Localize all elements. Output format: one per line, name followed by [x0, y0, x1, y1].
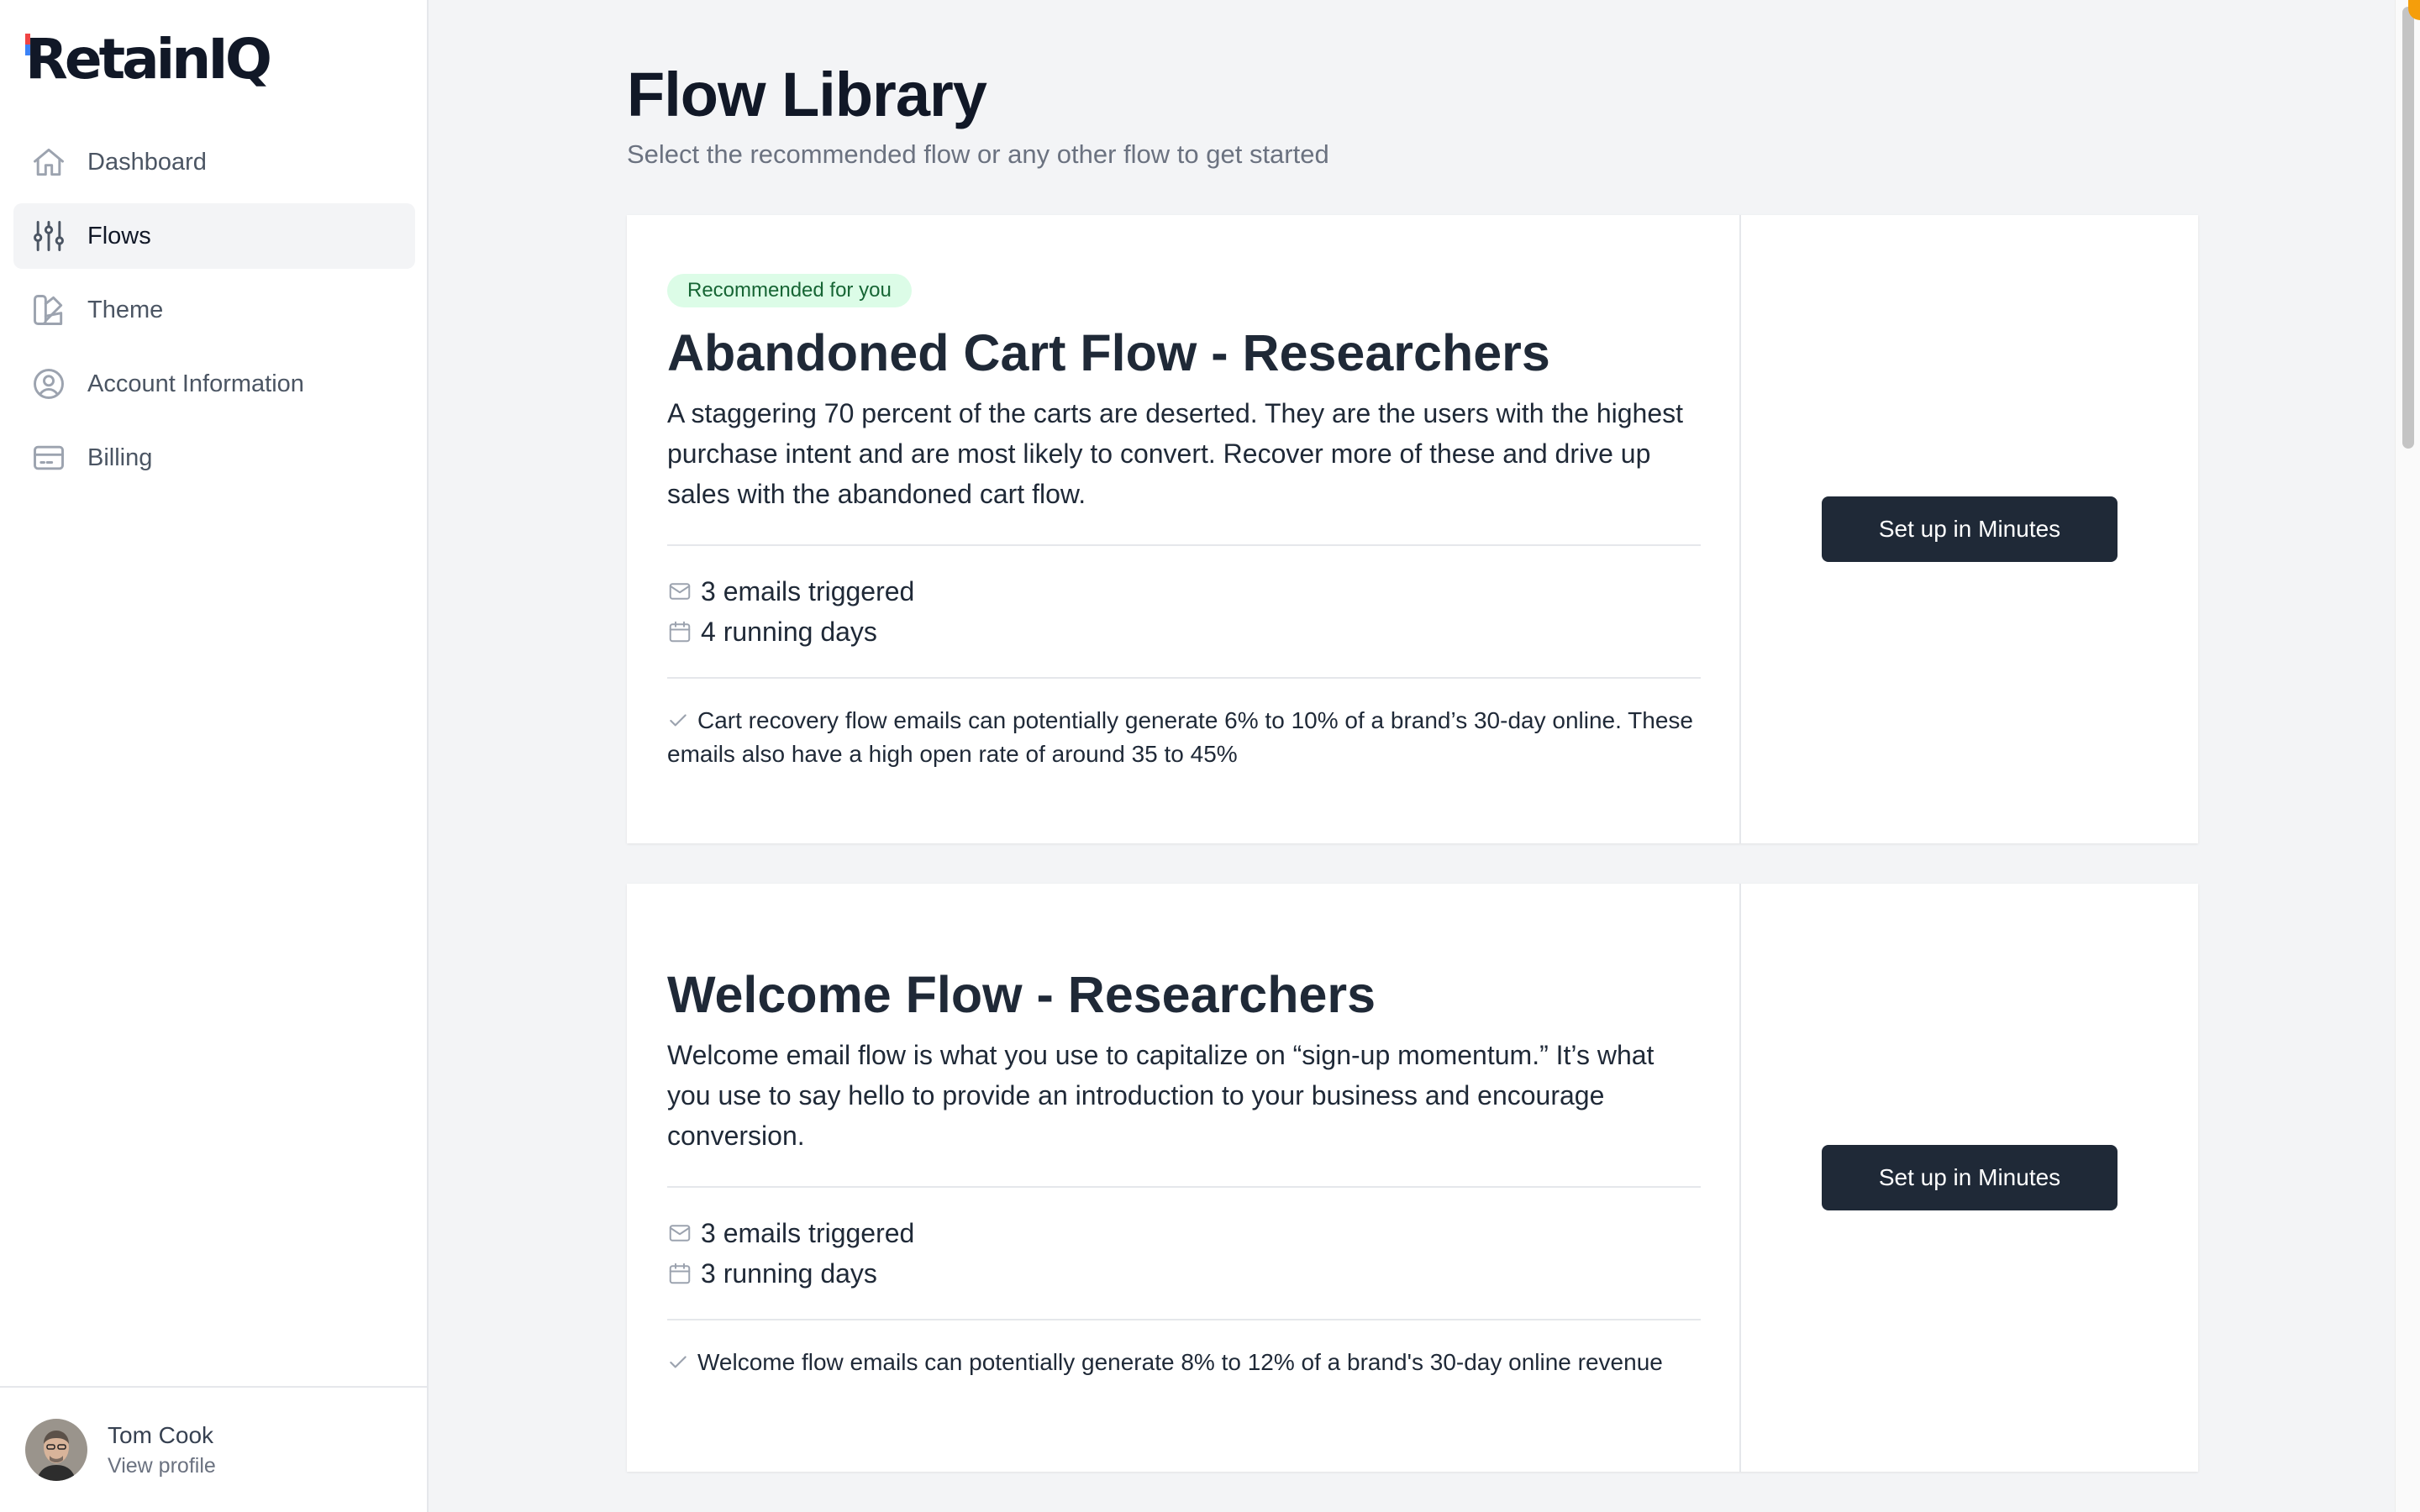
setup-button[interactable]: Set up in Minutes [1822, 1145, 2118, 1210]
flow-card-action: Set up in Minutes [1741, 884, 2198, 1472]
user-circle-icon [30, 365, 67, 402]
days-stat-label: 3 running days [701, 1257, 877, 1289]
flow-note-text: Welcome flow emails can potentially gene… [697, 1349, 1663, 1375]
divider [667, 544, 1701, 546]
flow-note-text: Cart recovery flow emails can potentiall… [667, 707, 1693, 767]
flow-stats: 3 emails triggered 3 running days [667, 1213, 1701, 1294]
envelope-icon [667, 579, 692, 604]
flow-card-details: Welcome Flow - Researchers Welcome email… [627, 884, 1741, 1472]
page-subtitle: Select the recommended flow or any other… [627, 139, 1329, 169]
days-stat-label: 4 running days [701, 616, 877, 647]
emails-stat-label: 3 emails triggered [701, 1217, 915, 1248]
divider [667, 1319, 1701, 1320]
calendar-icon [667, 619, 692, 644]
logo[interactable]: RetainIQ [25, 27, 272, 92]
sidebar-nav: Dashboard Flows Theme Account Informatio… [13, 129, 415, 499]
flow-card-welcome: Welcome Flow - Researchers Welcome email… [627, 884, 2198, 1472]
sidebar-item-flows[interactable]: Flows [13, 203, 415, 269]
home-icon [30, 144, 67, 181]
flow-card-action: Set up in Minutes [1741, 215, 2198, 843]
flow-stats: 3 emails triggered 4 running days [667, 571, 1701, 652]
sidebar-item-theme[interactable]: Theme [13, 277, 415, 343]
flow-card-content: Recommended for you Abandoned Cart Flow … [667, 274, 1701, 771]
user-profile[interactable]: Tom Cook View profile [0, 1386, 427, 1512]
check-icon [667, 1349, 689, 1371]
recommended-badge: Recommended for you [667, 274, 912, 307]
setup-button[interactable]: Set up in Minutes [1822, 496, 2118, 562]
profile-text: Tom Cook View profile [108, 1420, 216, 1480]
sidebar-item-label: Dashboard [87, 148, 207, 176]
credit-card-icon [30, 439, 67, 476]
flow-title: Welcome Flow - Researchers [667, 966, 1376, 1023]
calendar-icon [667, 1261, 692, 1286]
emails-stat: 3 emails triggered [667, 1213, 1701, 1253]
sidebar-item-dashboard[interactable]: Dashboard [13, 129, 415, 195]
logo-mark [25, 34, 35, 55]
days-stat: 3 running days [667, 1253, 1701, 1294]
scrollbar-thumb[interactable] [2402, 7, 2414, 449]
flow-title: Abandoned Cart Flow - Researchers [667, 324, 1550, 381]
sidebar-item-billing[interactable]: Billing [13, 425, 415, 491]
emails-stat-label: 3 emails triggered [701, 575, 915, 606]
profile-name: Tom Cook [108, 1422, 214, 1448]
flow-note: Welcome flow emails can potentially gene… [667, 1346, 1701, 1379]
page-title: Flow Library [627, 60, 987, 129]
days-stat: 4 running days [667, 612, 1701, 652]
logo-text: RetainIQ [25, 27, 272, 92]
flow-card-content: Welcome Flow - Researchers Welcome email… [667, 961, 1701, 1379]
sliders-icon [30, 218, 67, 255]
page-scrollbar[interactable] [2395, 0, 2420, 1512]
sidebar-item-label: Theme [87, 296, 164, 323]
envelope-icon [667, 1221, 692, 1246]
sidebar-item-label: Account Information [87, 370, 304, 397]
flow-description: Welcome email flow is what you use to ca… [667, 1040, 1655, 1151]
avatar [25, 1419, 87, 1481]
view-profile-link[interactable]: View profile [108, 1452, 216, 1480]
flow-card-abandoned-cart: Recommended for you Abandoned Cart Flow … [627, 215, 2198, 843]
flow-note: Cart recovery flow emails can potentiall… [667, 704, 1701, 771]
sidebar-item-label: Billing [87, 444, 153, 471]
sidebar-item-account-information[interactable]: Account Information [13, 351, 415, 417]
swatch-icon [30, 291, 67, 328]
emails-stat: 3 emails triggered [667, 571, 1701, 612]
check-icon [667, 707, 689, 729]
divider [667, 677, 1701, 679]
flow-card-details: Recommended for you Abandoned Cart Flow … [627, 215, 1741, 843]
flow-description: A staggering 70 percent of the carts are… [667, 398, 1684, 509]
sidebar-item-label: Flows [87, 222, 151, 249]
divider [667, 1186, 1701, 1188]
sidebar: RetainIQ Dashboard Flows Theme Account I… [0, 0, 429, 1512]
